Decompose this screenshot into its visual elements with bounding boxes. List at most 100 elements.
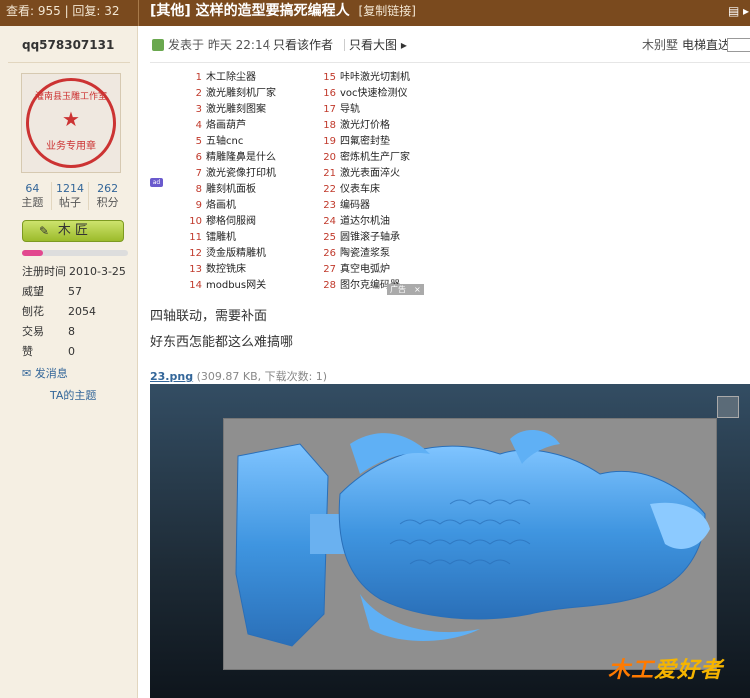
ad-keyword-link[interactable]: 6 精雕隆鼻是什么 — [186, 150, 326, 166]
info-row-likes: 赞 0 — [22, 342, 132, 362]
ad-keyword-number: 24 — [323, 216, 336, 227]
ad-keyword-link[interactable]: 21 激光表面淬火 — [320, 166, 460, 182]
info-key: 赞 — [22, 345, 33, 358]
ad-keyword-number: 5 — [195, 136, 202, 147]
user-info: 注册时间 2010-3-25 威望 57 刨花 2054 交易 8 赞 0 — [22, 262, 132, 362]
mail-icon: ✉ — [22, 367, 32, 380]
ad-keyword-link[interactable]: 12 烫金版精雕机 — [186, 246, 326, 262]
post-paragraph: 好东西怎能都这么难搞哪 — [150, 335, 294, 350]
watermark-text: 爱好者 — [654, 657, 724, 683]
ad-keyword-number: 11 — [189, 232, 202, 243]
ad-keyword-link[interactable]: 1 木工除尘器 — [186, 70, 326, 86]
count-points[interactable]: 262 积分 — [89, 182, 126, 210]
ad-keyword-link[interactable]: 10 穆格伺服阀 — [186, 214, 326, 230]
floor-label: 木别墅 — [642, 38, 679, 52]
ad-keyword-link[interactable]: 23 编码器 — [320, 198, 460, 214]
seal-stamp-image: 灌南县玉雕工作室 ★ 业务专用章 — [26, 78, 116, 168]
avatar[interactable]: 灌南县玉雕工作室 ★ 业务专用章 — [21, 73, 121, 173]
ad-keyword-link[interactable]: 13 数控铣床 — [186, 262, 326, 278]
view-reply-stats: 查看: 955 | 回复: 32 — [6, 4, 120, 18]
send-message-label: 发消息 — [34, 367, 68, 380]
ad-keyword-link[interactable]: 2 激光雕刻机厂家 — [186, 86, 326, 102]
ad-keyword-number: 7 — [195, 168, 202, 179]
ad-keyword-text: 激光表面淬火 — [340, 168, 400, 179]
elevator-label: 电梯直达 — [682, 38, 731, 52]
info-value: 2010-3-25 — [69, 265, 126, 278]
posted-at-text: 发表于 昨天 22:14 — [168, 38, 271, 52]
count-posts[interactable]: 1214 帖子 — [52, 182, 90, 210]
ad-keyword-number: 18 — [323, 120, 336, 131]
rank-badge[interactable]: ✎ 木 匠 — [22, 220, 124, 242]
view-author-link[interactable]: 只看该作者 — [264, 36, 333, 54]
ad-keyword-number: 17 — [323, 104, 336, 115]
ad-tag: 广告 × — [387, 284, 424, 295]
ad-keyword-link[interactable]: 27 真空电弧炉 — [320, 262, 460, 278]
post-paragraph: 四轴联动，需要补面 — [150, 309, 268, 324]
ad-keyword-text: 激光瓷像打印机 — [206, 168, 276, 179]
ad-keyword-link[interactable]: 7 激光瓷像打印机 — [186, 166, 326, 182]
ad-keyword-text: voc快速检测仪 — [340, 88, 408, 99]
ad-keyword-link[interactable]: 11 镭雕机 — [186, 230, 326, 246]
ad-keyword-link[interactable]: 26 陶瓷渣浆泵 — [320, 246, 460, 262]
view-large-link[interactable]: 只看大图 ▸ — [340, 36, 407, 54]
author-name[interactable]: qq578307131 — [22, 38, 114, 52]
ad-keyword-number: 10 — [189, 216, 202, 227]
info-row-register: 注册时间 2010-3-25 — [22, 262, 132, 282]
attachment-info: 23.png (309.87 KB, 下载次数: 1) — [150, 368, 327, 384]
ad-keyword-link[interactable]: 22 仪表车床 — [320, 182, 460, 198]
site-watermark-logo: 木工爱好者 — [608, 657, 724, 683]
ad-keyword-text: 雕刻机面板 — [206, 184, 256, 195]
meta-divider — [268, 39, 269, 51]
ad-keyword-link[interactable]: 20 密炼机生产厂家 — [320, 150, 460, 166]
elevator-input[interactable] — [727, 38, 750, 52]
ad-keyword-number: 1 — [195, 72, 202, 83]
info-key: 注册时间 — [22, 265, 66, 278]
ad-keyword-number: 12 — [189, 248, 202, 259]
attached-image[interactable]: 木工爱好者 — [150, 384, 750, 698]
ad-keyword-link[interactable]: 15 咔咔激光切割机 — [320, 70, 460, 86]
seal-bottom-text: 业务专用章 — [46, 141, 96, 152]
chevron-right-icon: ▸ — [400, 38, 407, 52]
thread-title-text: [其他] 这样的造型要搞死编程人 — [150, 3, 350, 19]
ad-keyword-text: 仪表车床 — [340, 184, 380, 195]
post-meta: 发表于 昨天 22:14 只看该作者 只看大图 ▸ 木别墅 电梯直达 — [152, 36, 750, 60]
count-topics[interactable]: 64 主题 — [14, 182, 52, 210]
ad-keyword-number: 19 — [323, 136, 336, 147]
header-divider — [138, 0, 139, 26]
info-value: 8 — [68, 325, 75, 338]
ad-keyword-link[interactable]: 16 voc快速检测仪 — [320, 86, 460, 102]
ad-close-button[interactable]: × — [414, 285, 421, 294]
ad-keyword-link[interactable]: 18 激光灯价格 — [320, 118, 460, 134]
ad-keyword-link[interactable]: 8 雕刻机面板 — [186, 182, 326, 198]
send-message-link[interactable]: ✉ 发消息 — [22, 365, 68, 381]
ad-keyword-link[interactable]: 19 四氟密封垫 — [320, 134, 460, 150]
ad-keyword-link[interactable]: 17 导轨 — [320, 102, 460, 118]
ad-keyword-link[interactable]: 14 modbus网关 — [186, 278, 326, 294]
ad-keyword-link[interactable]: 3 激光雕刻图案 — [186, 102, 326, 118]
info-row-trades: 交易 8 — [22, 322, 132, 342]
pencil-icon: ✎ — [39, 224, 50, 238]
ad-keyword-link[interactable]: 4 烙画葫芦 — [186, 118, 326, 134]
ad-tag-label: 广告 — [390, 285, 406, 294]
count-label: 主题 — [21, 196, 44, 209]
ta-topics-link[interactable]: TA的主题 — [50, 387, 96, 403]
ad-keyword-number: 9 — [195, 200, 202, 211]
ad-keyword-link[interactable]: 9 烙画机 — [186, 198, 326, 214]
copy-link-button[interactable]: [复制链接] — [359, 4, 416, 18]
ad-keyword-number: 28 — [323, 280, 336, 291]
ad-keyword-number: 3 — [195, 104, 202, 115]
ad-keyword-text: 镭雕机 — [206, 232, 236, 243]
attachment-link[interactable]: 23.png — [150, 370, 193, 383]
ad-keyword-link[interactable]: 25 圆锥滚子轴承 — [320, 230, 460, 246]
ad-keyword-number: 13 — [189, 264, 202, 275]
ad-column-left: 1 木工除尘器 2 激光雕刻机厂家 3 激光雕刻图案 4 烙画葫芦 5 五轴cnc 6 精雕隆鼻是什么… — [186, 70, 326, 294]
posted-at: 发表于 昨天 22:14 — [152, 36, 270, 54]
user-counts: 64 主题 1214 帖子 262 积分 — [14, 182, 126, 210]
print-icon[interactable]: ▤ — [728, 4, 739, 18]
menu-icon[interactable]: ▸ — [743, 4, 749, 18]
ad-keyword-number: 23 — [323, 200, 336, 211]
ad-keyword-text: 咔咔激光切割机 — [340, 72, 410, 83]
thread-title: [其他] 这样的造型要搞死编程人 [复制链接] — [150, 0, 416, 22]
ad-keyword-link[interactable]: 24 道达尔机油 — [320, 214, 460, 230]
ad-keyword-link[interactable]: 5 五轴cnc — [186, 134, 326, 150]
